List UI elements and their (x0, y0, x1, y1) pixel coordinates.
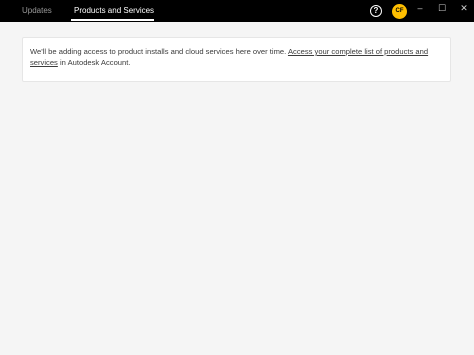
help-icon[interactable]: ? (370, 5, 382, 17)
notice-message: We'll be adding access to product instal… (30, 46, 448, 68)
notice-card: We'll be adding access to product instal… (22, 37, 451, 82)
minimize-icon[interactable]: – (410, 0, 430, 16)
tab-updates[interactable]: Updates (22, 0, 52, 22)
close-icon[interactable]: ✕ (454, 0, 474, 16)
top-bar: Updates Products and Services ? CF – ☐ ✕ (0, 0, 474, 22)
notice-suffix: in Autodesk Account. (57, 58, 131, 67)
notice-text: We'll be adding access to product instal… (30, 47, 288, 56)
avatar[interactable]: CF (392, 4, 407, 19)
maximize-icon[interactable]: ☐ (432, 0, 452, 16)
active-tab-indicator (71, 19, 154, 21)
